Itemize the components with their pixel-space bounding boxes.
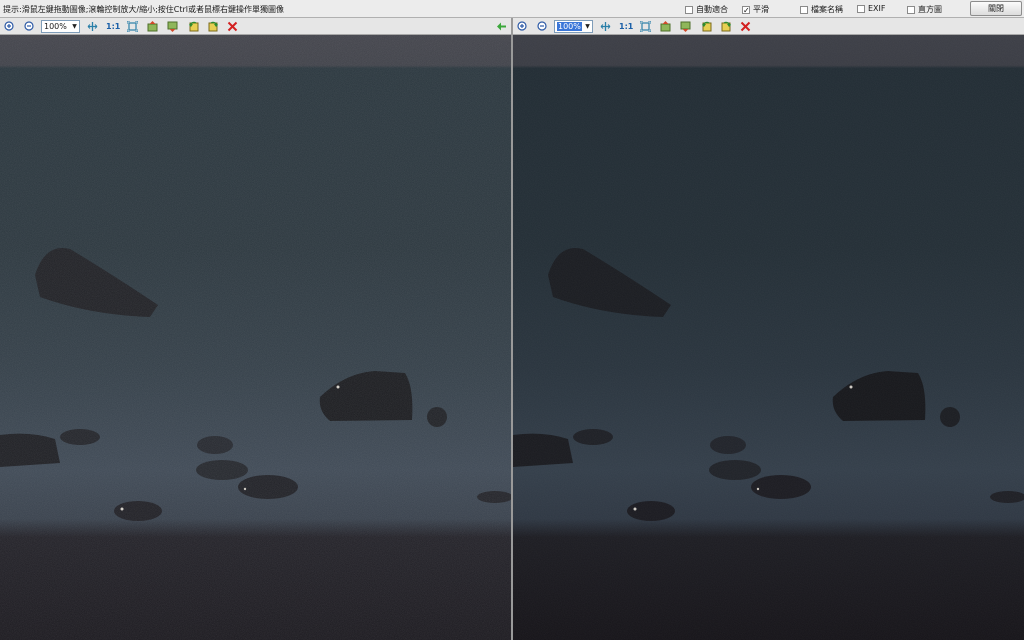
- next-image-icon[interactable]: [167, 21, 178, 32]
- zoom-value: 100%: [557, 22, 582, 31]
- filename-label: 檔案名稱: [811, 5, 843, 14]
- exif-label: EXIF: [868, 4, 886, 13]
- zoom-select[interactable]: 100% ▼: [554, 20, 593, 33]
- info-bar: 提示:滑鼠左鍵拖動圖像;滾輪控制放大/縮小;按住Ctrl或者鼠標右鍵操作單獨圖像…: [0, 0, 1024, 18]
- smooth-checkbox[interactable]: ✓: [742, 5, 750, 14]
- prev-image-icon[interactable]: [660, 21, 671, 32]
- close-icon[interactable]: [740, 21, 751, 32]
- rotate-left-icon[interactable]: [701, 21, 712, 32]
- auto-fit-label: 自動適合: [696, 5, 728, 14]
- right-photo: [513, 35, 1024, 640]
- zoom-out-icon[interactable]: [24, 21, 35, 32]
- left-image-viewer[interactable]: [0, 35, 511, 640]
- fit-icon[interactable]: [600, 21, 611, 32]
- exif-option[interactable]: EXIF: [857, 4, 886, 13]
- histogram-checkbox[interactable]: [907, 5, 915, 14]
- auto-fit-checkbox[interactable]: [685, 5, 693, 14]
- actual-size-button[interactable]: 1:1: [106, 22, 120, 31]
- left-toolbar: 100% ▼ 1:1: [0, 18, 511, 35]
- filename-option[interactable]: 檔案名稱: [800, 4, 843, 15]
- smooth-option[interactable]: ✓ 平滑: [742, 4, 769, 15]
- filename-checkbox[interactable]: [800, 5, 808, 14]
- fullscreen-icon[interactable]: [640, 21, 651, 32]
- zoom-value: 100%: [44, 22, 67, 31]
- zoom-in-icon[interactable]: [4, 21, 15, 32]
- rotate-left-icon[interactable]: [188, 21, 199, 32]
- fullscreen-icon[interactable]: [127, 21, 138, 32]
- usage-hint: 提示:滑鼠左鍵拖動圖像;滾輪控制放大/縮小;按住Ctrl或者鼠標右鍵操作單獨圖像: [3, 5, 285, 14]
- close-icon[interactable]: [227, 21, 238, 32]
- actual-size-button[interactable]: 1:1: [619, 22, 633, 31]
- exif-checkbox[interactable]: [857, 4, 865, 13]
- chevron-down-icon[interactable]: ▼: [70, 21, 79, 32]
- right-toolbar: 100% ▼ 1:1: [513, 18, 1024, 35]
- fit-icon[interactable]: [87, 21, 98, 32]
- right-image-viewer[interactable]: [513, 35, 1024, 640]
- histogram-option[interactable]: 直方圖: [907, 4, 942, 15]
- next-image-icon[interactable]: [680, 21, 691, 32]
- rotate-right-icon[interactable]: [721, 21, 732, 32]
- zoom-out-icon[interactable]: [537, 21, 548, 32]
- chevron-down-icon[interactable]: ▼: [583, 21, 592, 32]
- smooth-label: 平滑: [753, 5, 769, 14]
- rotate-right-icon[interactable]: [208, 21, 219, 32]
- left-photo: [0, 35, 511, 640]
- auto-fit-option[interactable]: 自動適合: [685, 4, 728, 15]
- histogram-label: 直方圖: [918, 5, 942, 14]
- zoom-in-icon[interactable]: [517, 21, 528, 32]
- prev-image-icon[interactable]: [147, 21, 158, 32]
- close-button[interactable]: 關閉: [970, 1, 1022, 16]
- sync-arrow-icon[interactable]: [496, 21, 507, 32]
- zoom-select[interactable]: 100% ▼: [41, 20, 80, 33]
